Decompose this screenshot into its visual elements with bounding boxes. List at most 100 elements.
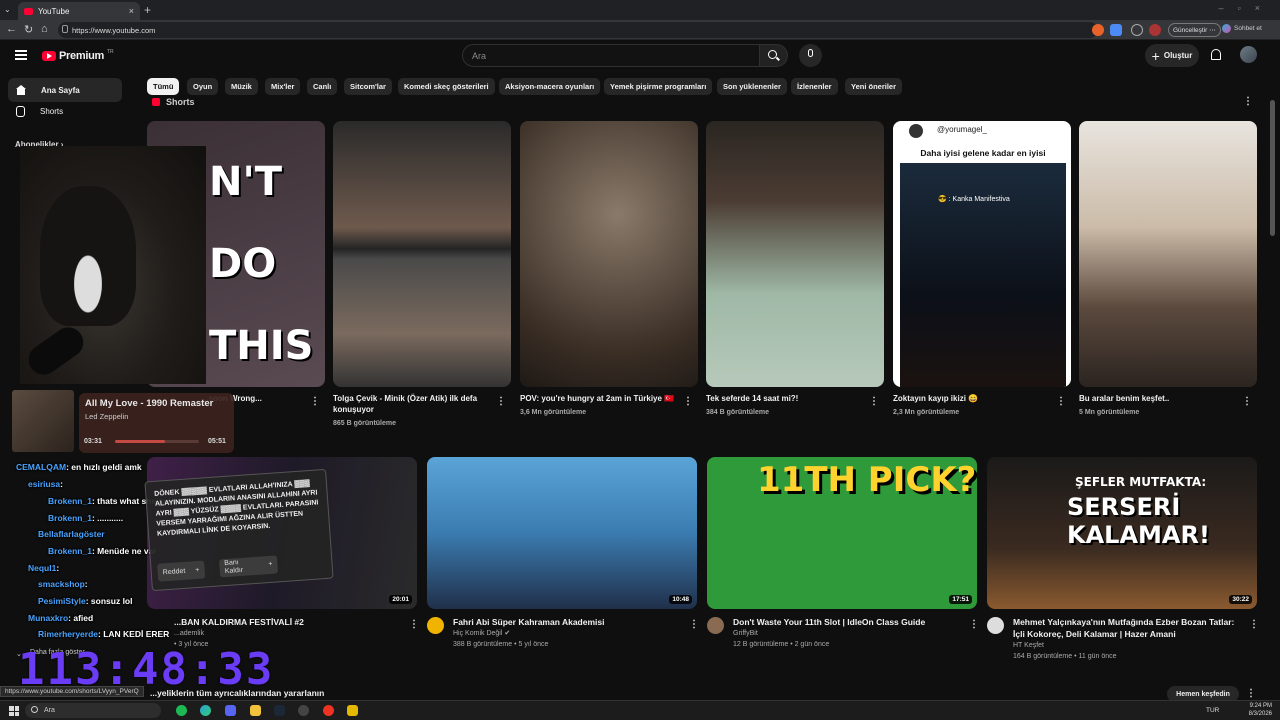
short-menu-icon[interactable]: ⋮	[683, 396, 693, 407]
channel-name[interactable]: HT Keşfet	[1013, 640, 1247, 651]
windows-start-icon[interactable]	[9, 706, 19, 716]
channel-avatar[interactable]	[427, 617, 444, 634]
short-menu-icon[interactable]: ⋮	[1242, 396, 1252, 407]
home-browser-icon[interactable]: ⌂	[41, 23, 48, 35]
short-thumbnail[interactable]	[520, 121, 698, 387]
close-tab-icon[interactable]: ×	[129, 6, 134, 16]
search-input[interactable]: Ara	[462, 44, 760, 67]
spotify-icon[interactable]	[176, 705, 187, 716]
short-menu-icon[interactable]: ⋮	[496, 396, 506, 407]
video-menu-icon[interactable]: ⋮	[1249, 619, 1259, 630]
channel-avatar[interactable]	[707, 617, 724, 634]
system-clock[interactable]: 9:24 PM 8/3/2026	[1249, 703, 1272, 718]
video-thumbnail[interactable]: 11TH PICK? 17:51	[707, 457, 977, 609]
window-controls[interactable]: –▫×	[1219, 3, 1274, 13]
back-icon[interactable]: ←	[6, 23, 17, 35]
video-menu-icon[interactable]: ⋮	[409, 619, 419, 630]
video-duration: 10:48	[669, 595, 692, 604]
profile-icon[interactable]	[1149, 24, 1161, 36]
input-language[interactable]: TUR	[1206, 707, 1219, 714]
file-explorer-icon[interactable]	[250, 705, 261, 716]
create-button[interactable]: + Oluştur	[1145, 44, 1199, 67]
chip-cooking-shows[interactable]: Yemek pişirme programları	[604, 78, 713, 95]
extensions-puzzle-icon[interactable]	[1131, 24, 1143, 36]
short-title[interactable]: Zoktayın kayıp ikizi 😄 2,3 Mn görüntüleme	[893, 393, 1053, 418]
clock-date: 8/3/2026	[1248, 710, 1272, 717]
short-views: 384 B görüntüleme	[706, 409, 770, 416]
sidebar-item-shorts[interactable]: Shorts	[8, 99, 122, 123]
unban-button[interactable]: Banı Kaldır +	[219, 555, 279, 578]
banner-menu-icon[interactable]: ⋮	[1246, 688, 1256, 699]
reject-button[interactable]: Reddet +	[157, 560, 205, 582]
short-title-text: Bu aralar benim keşfet..	[1079, 394, 1170, 403]
chip-watched[interactable]: İzlenenler	[791, 78, 838, 95]
page-scrollbar[interactable]	[1270, 100, 1275, 236]
search-button[interactable]	[760, 44, 788, 67]
tab-list-icon[interactable]: ⌄	[4, 5, 11, 14]
taskbar-search[interactable]: Ara	[25, 703, 161, 718]
steam-icon[interactable]	[274, 705, 285, 716]
short-title[interactable]: Bu aralar benim keşfet.. 5 Mn görüntüleme	[1079, 393, 1239, 418]
video-thumbnail[interactable]: 10:48	[427, 457, 697, 609]
channel-name[interactable]: Hiç Komik Değil ✔	[453, 628, 681, 639]
discord-icon[interactable]	[225, 705, 236, 716]
browser-tab-youtube[interactable]: YouTube ×	[18, 2, 140, 20]
channel-name[interactable]: ...ademlik	[174, 628, 402, 639]
menu-icon[interactable]	[15, 50, 27, 60]
video-menu-icon[interactable]: ⋮	[969, 619, 979, 630]
chip-mixes[interactable]: Mix'ler	[265, 78, 301, 95]
chip-sketch-comedy[interactable]: Komedi skeç gösterileri	[398, 78, 495, 95]
short-menu-icon[interactable]: ⋮	[1056, 396, 1066, 407]
chip-sitcoms[interactable]: Sitcom'lar	[344, 78, 392, 95]
channel-name[interactable]: GriffyBit	[733, 628, 961, 639]
short-views: 5 Mn görüntüleme	[1079, 409, 1140, 416]
short-menu-icon[interactable]: ⋮	[869, 396, 879, 407]
reload-icon[interactable]: ↻	[24, 23, 33, 36]
chip-gaming[interactable]: Oyun	[187, 78, 219, 95]
link-status-bar: https://www.youtube.com/shorts/LVyyn_PVe…	[0, 686, 144, 697]
creator-avatar	[909, 124, 923, 138]
video-thumbnail[interactable]: ŞEFLER MUTFAKTA: SERSERİ KALAMAR! 30:22	[987, 457, 1257, 609]
song-title: All My Love - 1990 Remaster	[85, 398, 214, 409]
obs-icon[interactable]	[298, 705, 309, 716]
short-thumbnail[interactable]	[333, 121, 511, 387]
app-icon[interactable]	[347, 705, 358, 716]
chip-action-adventure[interactable]: Aksiyon-macera oyunları	[499, 78, 601, 95]
extension-icon[interactable]	[1110, 24, 1122, 36]
edge-icon[interactable]	[200, 705, 211, 716]
short-thumbnail[interactable]: @yorumagel_ Daha iyisi gelene kadar en i…	[893, 121, 1071, 387]
address-bar[interactable]: https://www.youtube.com	[58, 22, 1098, 38]
youtube-logo[interactable]: Premium TR	[42, 49, 114, 62]
home-icon	[16, 85, 26, 95]
account-avatar[interactable]	[1240, 46, 1257, 63]
video-title[interactable]: Don't Waste Your 11th Slot | IdleOn Clas…	[733, 616, 961, 628]
short-title[interactable]: POV: you're hungry at 2am in Türkiye 🇹🇷 3…	[520, 393, 685, 418]
chip-all[interactable]: Tümü	[147, 78, 180, 95]
extension-icon[interactable]	[1092, 24, 1104, 36]
short-title[interactable]: Tek seferde 14 saat mi?! 384 B görüntülem…	[706, 393, 866, 418]
video-menu-icon[interactable]: ⋮	[689, 619, 699, 630]
video-title[interactable]: Mehmet Yalçınkaya'nın Mutfağında Ezber B…	[1013, 616, 1247, 640]
channel-avatar[interactable]	[987, 617, 1004, 634]
create-label: Oluştur	[1163, 51, 1193, 60]
short-menu-icon[interactable]: ⋮	[310, 396, 320, 407]
video-title[interactable]: Fahri Abi Süper Kahraman Akademisi	[453, 616, 681, 628]
voice-search-button[interactable]	[799, 44, 822, 67]
section-menu-icon[interactable]: ⋮	[1243, 96, 1253, 107]
chip-music[interactable]: Müzik	[225, 78, 258, 95]
short-thumbnail[interactable]	[706, 121, 884, 387]
video-title[interactable]: ...BAN KALDIRMA FESTİVALİ #2	[174, 616, 402, 628]
chip-live[interactable]: Canlı	[307, 78, 338, 95]
chip-new-to-you[interactable]: Yeni öneriler	[845, 78, 903, 95]
short-thumbnail[interactable]	[1079, 121, 1257, 387]
app-icon[interactable]	[323, 705, 334, 716]
update-button[interactable]: Güncelleştir ⋯	[1168, 23, 1221, 37]
microphone-icon	[808, 49, 813, 57]
notifications-bell-icon[interactable]	[1211, 49, 1221, 60]
short-title[interactable]: Tolga Çevik - Minik (Özer Atik) ilk defa…	[333, 393, 493, 429]
plus-icon: +	[195, 566, 200, 574]
new-tab-icon[interactable]: +	[144, 3, 151, 17]
copilot-chat-button[interactable]: Sohbet et	[1222, 24, 1262, 33]
chip-recently-uploaded[interactable]: Son yüklenenler	[717, 78, 787, 95]
video-details: Fahri Abi Süper Kahraman Akademisi Hiç K…	[453, 616, 681, 650]
